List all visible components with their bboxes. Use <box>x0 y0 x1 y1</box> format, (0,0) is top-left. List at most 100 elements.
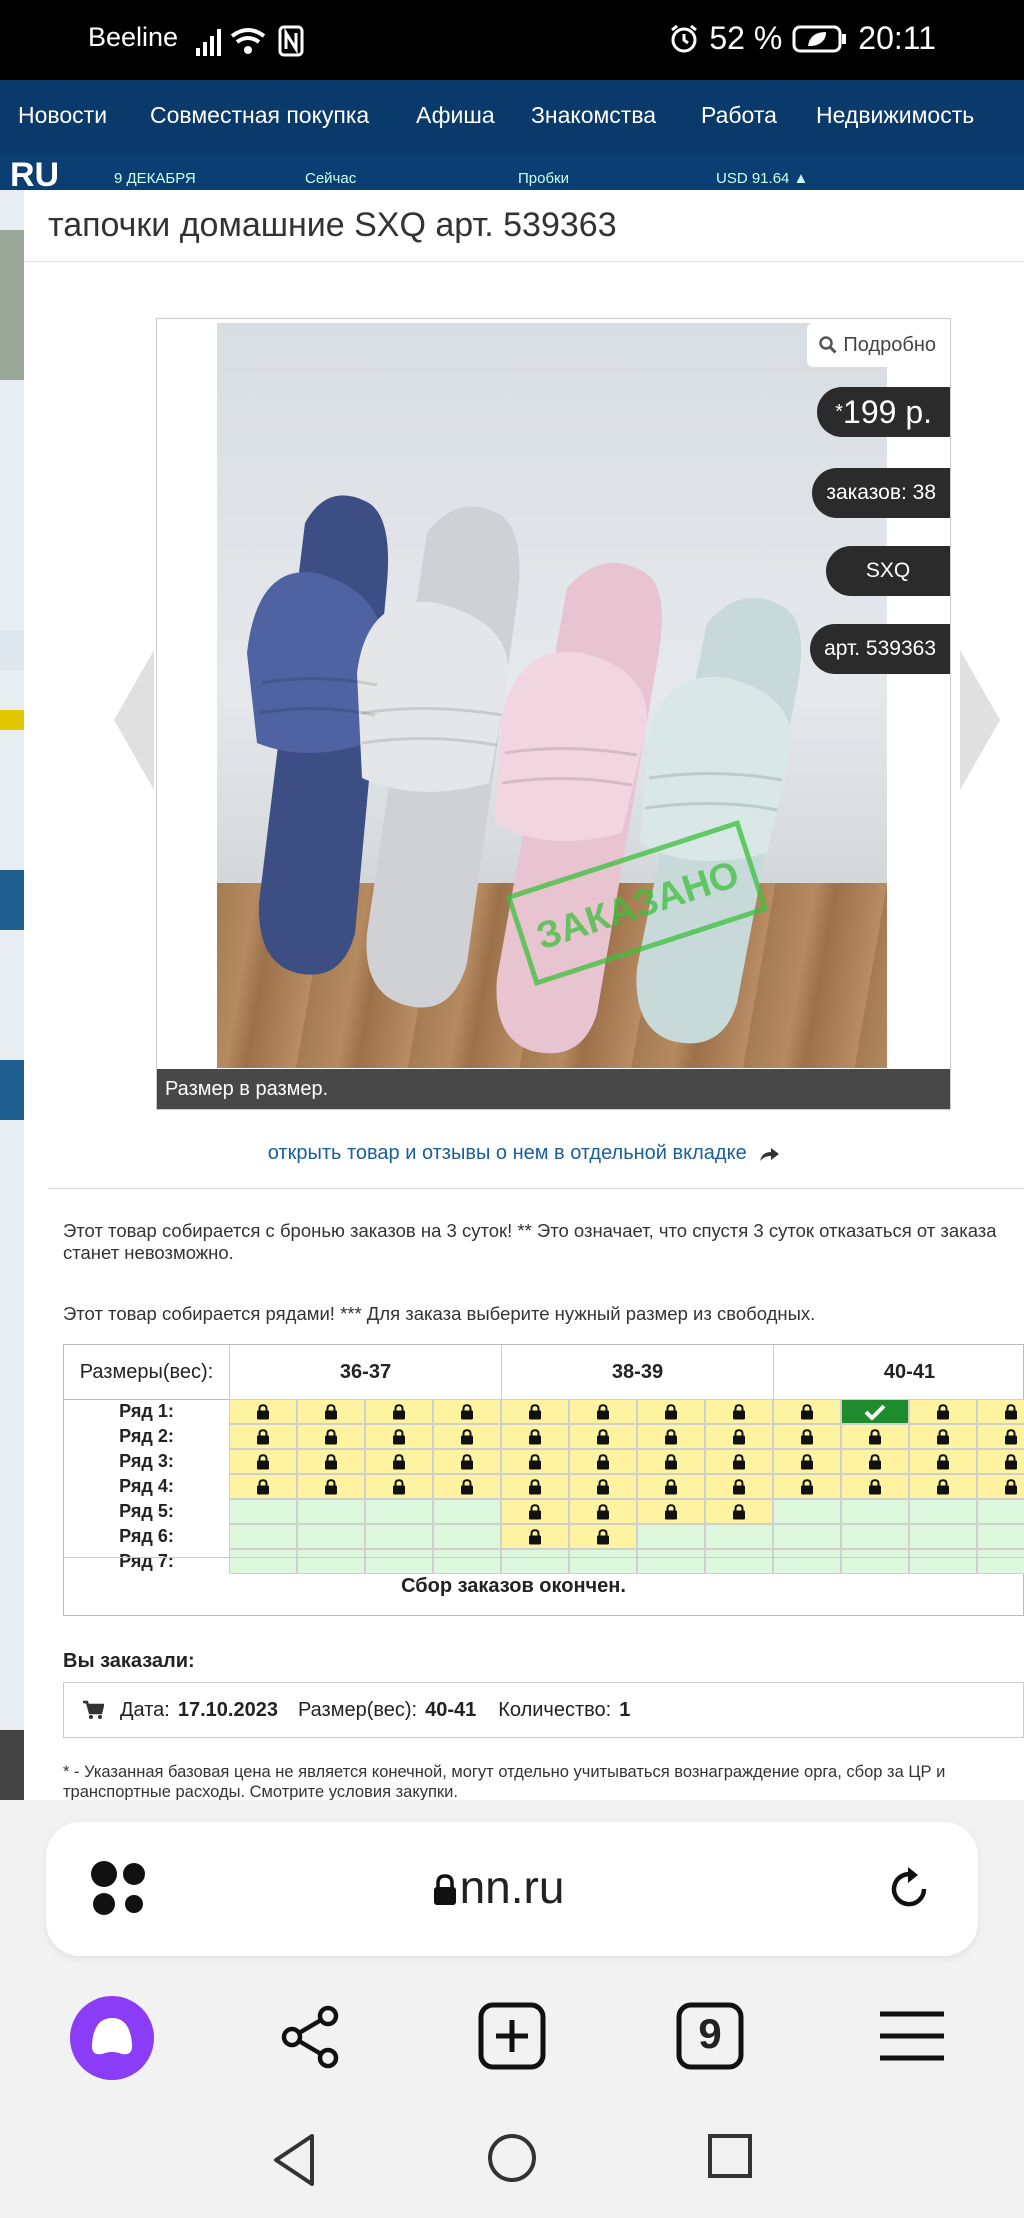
lock-icon <box>529 1403 541 1419</box>
next-arrow-icon[interactable] <box>960 650 1000 790</box>
grid-cell-free[interactable] <box>841 1499 909 1524</box>
lock-icon <box>597 1453 609 1469</box>
lock-icon <box>325 1428 337 1444</box>
grid-cell-locked <box>569 1524 637 1549</box>
grid-cell-free[interactable] <box>433 1499 501 1524</box>
grid-cell-free[interactable] <box>433 1524 501 1549</box>
grid-cell-free[interactable] <box>841 1524 909 1549</box>
browser-toolbar: 9 <box>0 1990 1024 2090</box>
search-icon <box>819 336 837 354</box>
product-title: тапочки домашние SXQ арт. 539363 <box>48 206 617 244</box>
lock-icon <box>461 1453 473 1469</box>
lock-icon <box>434 1874 456 1905</box>
grid-cell-locked <box>365 1399 433 1424</box>
grid-cell-free[interactable] <box>297 1524 365 1549</box>
grid-cell-locked <box>909 1424 977 1449</box>
size-header-38-39: 38-39 <box>501 1345 773 1399</box>
grid-cell-free[interactable] <box>773 1499 841 1524</box>
recents-icon[interactable] <box>706 2132 754 2180</box>
reload-icon[interactable] <box>884 1864 934 1914</box>
grid-row-label: Ряд 2: <box>119 1426 174 1446</box>
site-nav-joint-purchase[interactable]: Совместная покупка <box>150 102 369 129</box>
lock-icon <box>597 1503 609 1519</box>
site-info-bar: RU 9 ДЕКАБРЯ Сейчас Пробки USD 91.64 ▲ <box>0 154 1024 194</box>
grid-cell-locked <box>841 1424 909 1449</box>
url-text[interactable]: nn.ru <box>46 1860 978 1914</box>
menu-icon[interactable] <box>878 2010 946 2062</box>
lock-icon <box>665 1478 677 1494</box>
product-gallery[interactable]: ЗАКАЗАНО Подробно * 199 р. заказов: 38 SX… <box>156 318 951 1110</box>
lock-icon <box>1005 1403 1017 1419</box>
ordered-title: Вы заказали: <box>63 1650 195 1672</box>
grid-cell-free[interactable] <box>229 1499 297 1524</box>
lock-icon <box>1005 1428 1017 1444</box>
grid-cell-free[interactable] <box>977 1499 1024 1524</box>
grid-cell-free[interactable] <box>365 1499 433 1524</box>
lock-icon <box>461 1403 473 1419</box>
grid-cell-free[interactable] <box>909 1499 977 1524</box>
grid-cell-locked <box>637 1424 705 1449</box>
grid-cell-locked <box>705 1499 773 1524</box>
grid-cell-locked <box>569 1424 637 1449</box>
share-icon[interactable] <box>278 2004 344 2070</box>
lock-icon <box>801 1403 813 1419</box>
details-button[interactable]: Подробно <box>807 323 950 367</box>
home-icon[interactable] <box>486 2132 538 2184</box>
grid-cell-free[interactable] <box>773 1524 841 1549</box>
grid-cell-locked <box>977 1449 1024 1474</box>
lock-icon <box>665 1503 677 1519</box>
grid-cell-ordered <box>841 1399 909 1424</box>
site-nav-realty[interactable]: Недвижимость <box>816 102 974 129</box>
grid-row-label: Ряд 1: <box>119 1401 174 1421</box>
site-nav-dating[interactable]: Знакомства <box>531 102 656 129</box>
lock-icon <box>461 1478 473 1494</box>
carrier-name: Beeline <box>88 22 179 52</box>
grid-cell-locked <box>297 1474 365 1499</box>
order-date: 17.10.2023 <box>177 1698 278 1721</box>
check-icon <box>864 1404 886 1420</box>
site-nav: Новости Совместная покупка Афиша Знакомс… <box>0 80 1024 154</box>
grid-cell-free[interactable] <box>909 1524 977 1549</box>
back-icon[interactable] <box>270 2132 318 2188</box>
grid-cell-free[interactable] <box>229 1524 297 1549</box>
grid-cell-locked <box>705 1474 773 1499</box>
prev-arrow-icon[interactable] <box>114 650 154 790</box>
lock-icon <box>937 1403 949 1419</box>
alice-assistant-icon[interactable] <box>70 1996 154 2080</box>
grid-cell-locked <box>569 1449 637 1474</box>
lock-icon <box>393 1428 405 1444</box>
site-nav-afisha[interactable]: Афиша <box>416 102 495 129</box>
sizes-header-label: Размеры(вес): <box>79 1360 214 1383</box>
site-currency: USD 91.64 ▲ <box>716 170 809 187</box>
share-arrow-icon <box>760 1147 780 1161</box>
grid-cell-free[interactable] <box>977 1524 1024 1549</box>
site-left-edge <box>0 190 24 1800</box>
tabs-button[interactable]: 9 <box>676 2002 744 2070</box>
details-label: Подробно <box>843 333 936 356</box>
site-date: 9 ДЕКАБРЯ <box>114 170 196 187</box>
brand-badge: SXQ <box>826 546 950 596</box>
grid-cell-locked <box>977 1424 1024 1449</box>
new-tab-icon[interactable] <box>478 2002 546 2070</box>
site-nav-news[interactable]: Новости <box>18 102 107 129</box>
grid-cell-locked <box>433 1424 501 1449</box>
grid-cell-free[interactable] <box>297 1499 365 1524</box>
grid-cell-free[interactable] <box>637 1524 705 1549</box>
lock-icon <box>937 1478 949 1494</box>
ordered-summary: Дата: 17.10.2023 Размер(вес): 40-41 Коли… <box>63 1682 1024 1738</box>
lock-icon <box>801 1428 813 1444</box>
grid-cell-locked <box>229 1399 297 1424</box>
grid-cell-locked <box>705 1399 773 1424</box>
grid-cell-locked <box>773 1449 841 1474</box>
site-nav-jobs[interactable]: Работа <box>701 102 777 129</box>
grid-cell-locked <box>705 1424 773 1449</box>
product-photo[interactable]: ЗАКАЗАНО <box>217 323 887 1068</box>
open-in-new-tab-link[interactable]: открыть товар и отзывы о нем в отдельной… <box>24 1142 1024 1165</box>
grid-cell-free[interactable] <box>705 1524 773 1549</box>
lock-icon <box>937 1453 949 1469</box>
grid-cell-locked <box>365 1449 433 1474</box>
collection-closed-message: Сбор заказов окончен. <box>64 1557 1023 1615</box>
size-header-36-37: 36-37 <box>229 1345 501 1399</box>
grid-cell-free[interactable] <box>365 1524 433 1549</box>
address-bar[interactable]: nn.ru <box>46 1822 978 1956</box>
